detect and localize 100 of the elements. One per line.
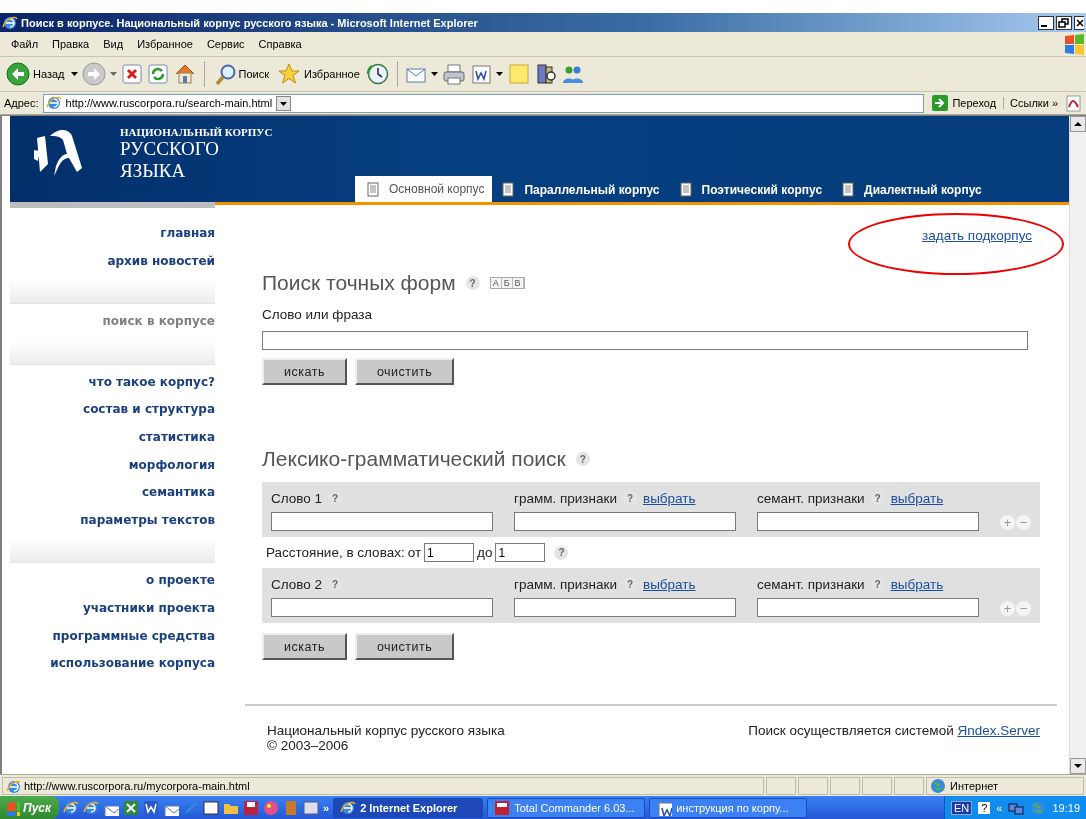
- word-icon[interactable]: [469, 63, 492, 85]
- help-icon[interactable]: ?: [465, 276, 480, 290]
- more-button[interactable]: »: [323, 801, 330, 814]
- caret-icon[interactable]: [495, 71, 503, 77]
- help-icon[interactable]: ?: [328, 491, 343, 505]
- menu-item[interactable]: Справка: [251, 36, 309, 52]
- favorites-button[interactable]: Избранное: [275, 60, 362, 88]
- sidebar-link[interactable]: семантика: [141, 479, 215, 507]
- choose-link[interactable]: выбрать: [642, 576, 696, 592]
- keyboard-button[interactable]: А Б В: [489, 277, 525, 289]
- scroll-down-icon[interactable]: [1070, 758, 1086, 774]
- status-pane: [894, 776, 924, 795]
- palette-icon[interactable]: [263, 799, 280, 816]
- books-icon[interactable]: [534, 62, 557, 86]
- section-title: Поиск точных форм: [262, 271, 456, 295]
- semantics-field[interactable]: [757, 512, 979, 531]
- form-button[interactable]: искать: [262, 633, 347, 660]
- tab[interactable]: Основной корпус: [355, 176, 493, 202]
- menu-item[interactable]: Сервис: [199, 36, 252, 52]
- form-button[interactable]: очистить: [354, 633, 455, 660]
- start-button[interactable]: Пуск: [0, 796, 60, 819]
- choose-link[interactable]: выбрать: [890, 490, 944, 506]
- window-icon[interactable]: [203, 799, 220, 816]
- minimize-icon[interactable]: [1038, 15, 1054, 30]
- sidebar-link[interactable]: поиск в корпусе: [102, 308, 215, 336]
- semantics-field[interactable]: [757, 598, 979, 617]
- help-icon[interactable]: ?: [622, 491, 637, 505]
- form-button[interactable]: очистить: [354, 358, 455, 385]
- choose-link[interactable]: выбрать: [642, 490, 696, 506]
- help-icon[interactable]: ?: [870, 577, 885, 591]
- restore-icon[interactable]: [1056, 15, 1072, 30]
- grammar-field[interactable]: [514, 598, 736, 617]
- sidebar-link[interactable]: статистика: [138, 423, 215, 452]
- sidebar-link[interactable]: морфология: [128, 451, 215, 480]
- tray-expand-button[interactable]: «: [996, 801, 1003, 814]
- help-icon[interactable]: ?: [575, 452, 590, 466]
- sidebar-link[interactable]: главная: [160, 220, 215, 248]
- close-icon[interactable]: [1074, 15, 1084, 30]
- printer-icon[interactable]: [441, 63, 466, 85]
- tab[interactable]: Поэтический корпус: [669, 177, 833, 202]
- footer-text: Национальный корпус русского языка: [267, 723, 505, 738]
- go-button[interactable]: Переход: [928, 94, 1000, 112]
- distance-to-field[interactable]: 1: [495, 543, 546, 562]
- word-icon[interactable]: [143, 799, 160, 816]
- menu-item[interactable]: Файл: [4, 36, 46, 52]
- pdf-icon[interactable]: [1065, 94, 1082, 112]
- scrollbar[interactable]: [1069, 116, 1086, 774]
- refresh-icon[interactable]: [146, 63, 169, 85]
- excel-icon[interactable]: [123, 799, 140, 816]
- field-label: Слово 1: [271, 490, 323, 506]
- menu-item[interactable]: Правка: [45, 36, 97, 52]
- word-field[interactable]: [271, 512, 493, 531]
- search-engine-link[interactable]: Яndex.Server: [957, 723, 1040, 738]
- caret-icon[interactable]: [430, 71, 438, 77]
- sidebar-link[interactable]: участники проекта: [82, 594, 215, 623]
- sidebar-link[interactable]: что такое корпус?: [88, 368, 215, 397]
- scroll-up-icon[interactable]: [1070, 116, 1086, 132]
- choose-link[interactable]: выбрать: [890, 576, 944, 592]
- search-button[interactable]: Поиск: [211, 61, 271, 87]
- window-title: Поиск в корпусе. Национальный корпус русского языка - Microsoft Internet Explorer: [21, 16, 479, 29]
- sidebar-link[interactable]: состав и структура: [83, 396, 215, 424]
- grammar-field[interactable]: [514, 512, 736, 531]
- ie-icon[interactable]: [63, 799, 80, 816]
- stop-icon[interactable]: [120, 63, 143, 85]
- back-button[interactable]: Назад: [4, 60, 67, 88]
- status-pane: [798, 776, 828, 795]
- menu-item[interactable]: Избранное: [130, 36, 200, 52]
- field-label: семант. признаки: [757, 576, 865, 592]
- word-field[interactable]: [271, 598, 493, 617]
- help-icon[interactable]: ?: [870, 491, 885, 505]
- taskbar-button[interactable]: инструкция по корпу...: [649, 797, 808, 818]
- menu-item[interactable]: Вид: [96, 36, 131, 52]
- floppy-icon[interactable]: [243, 799, 260, 816]
- tab[interactable]: Параллельный корпус: [492, 177, 670, 202]
- sidebar-link[interactable]: параметры текстов: [80, 506, 215, 535]
- taskbar-button[interactable]: Total Commander 6.03...: [487, 797, 646, 818]
- zone-text: Интернет: [950, 779, 998, 792]
- sidebar-link[interactable]: программные средства: [52, 622, 215, 651]
- history-icon[interactable]: [365, 62, 390, 86]
- page-icon: [45, 95, 62, 111]
- sidebar-link[interactable]: архив новостей: [107, 247, 215, 276]
- sidebar-link[interactable]: о проекте: [146, 567, 215, 595]
- picture-icon[interactable]: [303, 799, 320, 816]
- taskbar-button[interactable]: 2 Internet Explorer: [333, 797, 484, 818]
- caret-icon[interactable]: [70, 71, 78, 77]
- help-icon[interactable]: ?: [554, 545, 569, 560]
- tab[interactable]: Диалектный корпус: [832, 177, 992, 202]
- sidebar-link[interactable]: использование корпуса: [50, 650, 215, 678]
- help-icon[interactable]: ?: [622, 577, 637, 591]
- ie-icon[interactable]: [83, 799, 100, 816]
- form-button[interactable]: искать: [262, 358, 347, 385]
- address-field[interactable]: http://www.ruscorpora.ru/search-main.html: [42, 93, 925, 113]
- dropdown-icon[interactable]: [276, 95, 292, 111]
- help-button[interactable]: ?: [978, 801, 991, 814]
- links-button[interactable]: Ссылки »: [1003, 97, 1061, 109]
- help-icon[interactable]: ?: [328, 577, 343, 591]
- subcorpus-link[interactable]: задать подкорпус: [922, 228, 1032, 243]
- language-indicator[interactable]: EN: [950, 800, 973, 815]
- distance-from-field[interactable]: 1: [424, 543, 475, 562]
- phrase-field[interactable]: [262, 331, 1028, 350]
